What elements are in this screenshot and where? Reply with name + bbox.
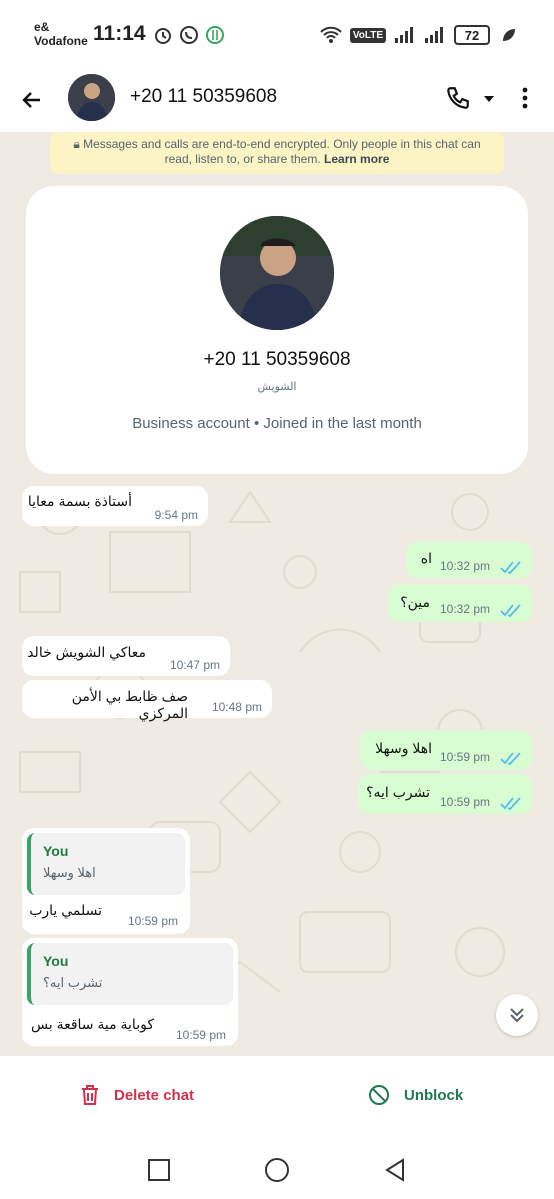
wifi-icon xyxy=(320,24,342,46)
message-text: كوباية مية ساقعة بس xyxy=(30,1016,154,1032)
chat-area[interactable]: 🔒︎ Messages and calls are end-to-end enc… xyxy=(0,132,554,1056)
double-chevron-down-icon xyxy=(510,1008,524,1023)
message-time: 10:47 pm xyxy=(169,658,220,672)
message-text: أستاذة بسمة معايا xyxy=(27,493,132,509)
quoted-message[interactable]: You تشرب ايه؟ xyxy=(27,943,233,1005)
message-text: مين؟ xyxy=(400,594,430,610)
circle-icon xyxy=(265,1158,289,1182)
delete-chat-button[interactable]: Delete chat xyxy=(80,1084,194,1106)
message-text: اه xyxy=(420,550,432,566)
more-options-button[interactable] xyxy=(514,82,536,114)
contact-info-card: +20 11 50359608 الشويش Business account … xyxy=(26,186,528,474)
back-nav-button[interactable] xyxy=(381,1156,409,1184)
read-receipt-icon xyxy=(500,604,521,617)
contact-push-name: الشويش xyxy=(257,381,297,393)
contact-avatar[interactable] xyxy=(68,74,115,121)
square-icon xyxy=(148,1159,170,1181)
alarm-icon xyxy=(152,24,174,46)
delete-chat-label: Delete chat xyxy=(114,1086,195,1104)
message-time: 10:59 pm xyxy=(440,750,491,764)
business-account-info: Business account • Joined in the last mo… xyxy=(132,415,422,432)
learn-more-link[interactable]: Learn more xyxy=(324,152,389,166)
message-bubble-incoming-reply[interactable]: You تشرب ايه؟ كوباية مية ساقعة بس 10:59 … xyxy=(22,938,238,1046)
message-time: 10:59 pm xyxy=(175,1028,226,1042)
message-text: معاكي الشويش خالد xyxy=(27,644,146,660)
message-text: تسلمي يارب xyxy=(29,902,102,918)
unblock-label: Unblock xyxy=(404,1086,464,1104)
chat-header: +20 11 50359608 xyxy=(0,70,554,132)
message-time: 10:32 pm xyxy=(440,559,491,573)
blocked-contact-actions: Delete chat Unblock xyxy=(0,1056,554,1140)
contact-profile-photo[interactable] xyxy=(220,216,334,330)
message-text: تشرب ايه؟ xyxy=(366,784,430,800)
message-bubble-outgoing[interactable]: اه 10:32 pm xyxy=(406,542,532,578)
message-bubble-outgoing[interactable]: اهلا وسهلا 10:59 pm xyxy=(360,730,532,770)
contact-phone-number: +20 11 50359608 xyxy=(203,349,351,370)
read-receipt-icon xyxy=(500,797,521,810)
quoted-text: اهلا وسهلا xyxy=(43,865,96,880)
arrow-left-icon xyxy=(22,92,40,108)
status-bar: e& Vodafone 11:14 VoLTE 72 xyxy=(0,0,554,70)
encryption-notice[interactable]: 🔒︎ Messages and calls are end-to-end enc… xyxy=(50,132,504,174)
message-time: 10:59 pm xyxy=(440,795,491,809)
read-receipt-icon xyxy=(500,561,521,574)
message-time: 10:59 pm xyxy=(127,914,178,928)
phone-icon xyxy=(447,87,469,109)
message-text: صف ظابط بي الأمن المركزي xyxy=(71,688,188,721)
unblock-button[interactable]: Unblock xyxy=(368,1084,463,1106)
message-bubble-outgoing[interactable]: مين؟ 10:32 pm xyxy=(388,584,532,622)
message-text: اهلا وسهلا xyxy=(375,740,432,756)
message-time: 10:48 pm xyxy=(211,700,262,714)
scroll-to-bottom-button[interactable] xyxy=(496,994,538,1036)
recent-apps-button[interactable] xyxy=(145,1156,173,1184)
voice-call-button[interactable] xyxy=(442,82,474,114)
message-time: 9:54 pm xyxy=(154,508,198,522)
battery-indicator: 72 xyxy=(454,25,490,45)
triangle-back-icon xyxy=(385,1158,404,1182)
message-bubble-incoming[interactable]: معاكي الشويش خالد 10:47 pm xyxy=(22,636,230,676)
message-bubble-incoming[interactable]: أستاذة بسمة معايا 9:54 pm xyxy=(22,486,208,526)
encryption-text: Messages and calls are end-to-end encryp… xyxy=(83,137,481,166)
food-app-icon xyxy=(204,24,226,46)
message-time: 10:32 pm xyxy=(440,602,491,616)
read-receipt-icon xyxy=(500,752,521,765)
system-navigation-bar xyxy=(0,1140,554,1199)
call-options-dropdown-icon[interactable] xyxy=(482,92,496,106)
signal-icon-1 xyxy=(394,24,416,46)
block-icon xyxy=(369,1085,389,1105)
kebab-menu-icon xyxy=(522,87,528,109)
lock-icon: 🔒︎ xyxy=(73,137,80,151)
trash-icon xyxy=(82,1085,98,1105)
carrier-name: e& Vodafone xyxy=(34,20,88,48)
volte-badge: VoLTE xyxy=(349,27,386,43)
quoted-text: تشرب ايه؟ xyxy=(43,975,103,990)
quoted-message[interactable]: You اهلا وسهلا xyxy=(27,833,185,895)
leaf-icon xyxy=(498,24,520,46)
home-button[interactable] xyxy=(263,1156,291,1184)
message-bubble-incoming-reply[interactable]: You اهلا وسهلا تسلمي يارب 10:59 pm xyxy=(22,828,190,934)
status-clock: 11:14 xyxy=(93,22,146,45)
contact-title[interactable]: +20 11 50359608 xyxy=(130,86,277,108)
whatsapp-notification-icon xyxy=(178,24,200,46)
message-bubble-incoming[interactable]: صف ظابط بي الأمن المركزي 10:48 pm xyxy=(22,680,272,721)
back-button[interactable] xyxy=(16,84,48,116)
quoted-author: You xyxy=(43,953,69,969)
message-bubble-outgoing[interactable]: تشرب ايه؟ 10:59 pm xyxy=(358,774,532,814)
quoted-author: You xyxy=(43,843,69,859)
signal-icon-2 xyxy=(424,24,446,46)
